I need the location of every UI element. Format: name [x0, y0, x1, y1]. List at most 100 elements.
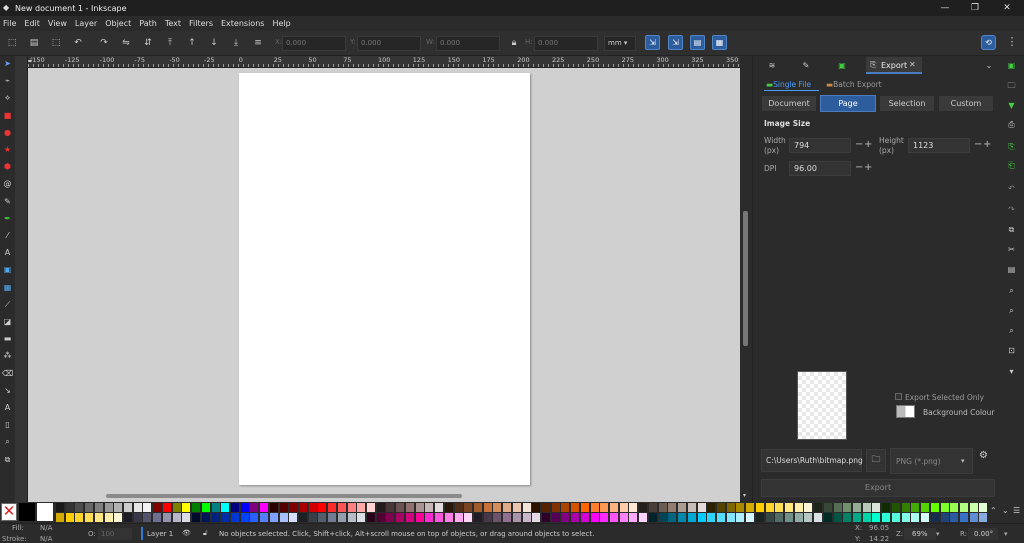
- vertical-scroll-thumb[interactable]: [743, 211, 748, 346]
- palette-swatch[interactable]: [775, 503, 784, 512]
- layer-visibility-icon[interactable]: 👁︎: [182, 529, 191, 537]
- palette-swatch[interactable]: [221, 503, 230, 512]
- palette-swatch[interactable]: [921, 513, 930, 522]
- palette-swatch[interactable]: [571, 513, 580, 522]
- palette-swatch[interactable]: [133, 513, 142, 522]
- calligraphy-tool-icon[interactable]: ⁄: [2, 230, 13, 241]
- palette-swatch[interactable]: [794, 513, 803, 522]
- dpi-increment-button[interactable]: +: [864, 163, 872, 173]
- palette-swatch[interactable]: [279, 503, 288, 512]
- palette-swatch[interactable]: [75, 503, 84, 512]
- zoom-page-icon[interactable]: ⌕: [1006, 325, 1017, 336]
- palette-swatch[interactable]: [921, 503, 930, 512]
- align-icon[interactable]: ≡: [252, 37, 264, 49]
- palette-swatch[interactable]: [415, 503, 424, 512]
- palette-swatch[interactable]: [736, 503, 745, 512]
- scale-corners-toggle[interactable]: ⇲: [668, 35, 683, 50]
- raise-icon[interactable]: ↑: [186, 37, 198, 49]
- palette-swatch[interactable]: [959, 503, 968, 512]
- star-tool-icon[interactable]: ★: [2, 144, 13, 155]
- palette-swatch[interactable]: [853, 513, 862, 522]
- palette-swatch[interactable]: [678, 503, 687, 512]
- palette-swatch[interactable]: [600, 503, 609, 512]
- palette-swatch[interactable]: [289, 513, 298, 522]
- menu-object[interactable]: Object: [105, 19, 131, 28]
- palette-swatch[interactable]: [386, 503, 395, 512]
- palette-swatch[interactable]: [473, 503, 482, 512]
- palette-swatch[interactable]: [658, 503, 667, 512]
- palette-swatch[interactable]: [444, 503, 453, 512]
- y-field[interactable]: 0.000: [357, 36, 421, 51]
- zoom-selection-icon[interactable]: ⌕: [1006, 285, 1017, 296]
- x-field[interactable]: 0.000: [282, 36, 346, 51]
- menu-layer[interactable]: Layer: [75, 19, 97, 28]
- rotate-ccw-icon[interactable]: ↶: [72, 37, 84, 49]
- cut-icon[interactable]: ✂: [1006, 244, 1017, 255]
- palette-swatch[interactable]: [483, 513, 492, 522]
- palette-swatch[interactable]: [765, 513, 774, 522]
- palette-swatch[interactable]: [162, 503, 171, 512]
- palette-swatch[interactable]: [357, 503, 366, 512]
- palette-swatch[interactable]: [182, 513, 191, 522]
- palette-swatch[interactable]: [629, 513, 638, 522]
- palette-swatch[interactable]: [687, 513, 696, 522]
- palette-swatch[interactable]: [668, 503, 677, 512]
- palette-swatch[interactable]: [94, 513, 103, 522]
- palette-swatch[interactable]: [318, 503, 327, 512]
- palette-swatch[interactable]: [396, 513, 405, 522]
- menu-filters[interactable]: Filters: [189, 19, 213, 28]
- more-commands-icon[interactable]: ▾: [1006, 366, 1017, 377]
- export-settings-gear-icon[interactable]: ⚙: [979, 450, 988, 461]
- palette-swatch[interactable]: [940, 503, 949, 512]
- snap-toggle[interactable]: ⟲: [981, 35, 996, 50]
- palette-swatch[interactable]: [124, 503, 133, 512]
- dropper-tool-icon[interactable]: ⟋: [2, 299, 13, 310]
- area-document-button[interactable]: Document: [761, 95, 817, 112]
- palette-swatch[interactable]: [299, 503, 307, 512]
- raise-top-icon[interactable]: ⤒: [164, 37, 176, 49]
- mesh-tool-icon[interactable]: ▦: [2, 282, 13, 293]
- palette-swatch[interactable]: [785, 503, 793, 512]
- palette-swatch[interactable]: [542, 503, 550, 512]
- palette-swatch[interactable]: [405, 503, 414, 512]
- palette-swatch[interactable]: [542, 513, 550, 522]
- palette-swatch[interactable]: [65, 503, 74, 512]
- palette-menu-icon[interactable]: ☰: [1013, 506, 1020, 515]
- palette-swatch[interactable]: [85, 503, 94, 512]
- palette-swatch[interactable]: [580, 513, 589, 522]
- palette-swatch[interactable]: [104, 503, 113, 512]
- palette-swatch[interactable]: [328, 513, 337, 522]
- palette-swatch[interactable]: [794, 503, 803, 512]
- palette-swatch[interactable]: [775, 513, 784, 522]
- palette-swatch[interactable]: [590, 513, 599, 522]
- rotation-dropdown-icon[interactable]: ▾: [1004, 530, 1008, 538]
- palette-swatch[interactable]: [512, 503, 521, 512]
- horizontal-ruler[interactable]: 🔓︎ -150 -125 -100 -75 -50 -25 0 25 50 75…: [28, 56, 740, 68]
- h-field[interactable]: 0.000: [534, 36, 598, 51]
- menu-text[interactable]: Text: [165, 19, 181, 28]
- current-layer[interactable]: Layer 1: [147, 530, 173, 538]
- palette-swatch[interactable]: [493, 503, 502, 512]
- palette-swatch[interactable]: [260, 503, 269, 512]
- palette-swatch[interactable]: [629, 503, 638, 512]
- palette-swatch[interactable]: [357, 513, 366, 522]
- rectangle-tool-icon[interactable]: ■: [2, 110, 13, 121]
- palette-swatch[interactable]: [85, 513, 94, 522]
- lock-icon[interactable]: 🔒︎: [508, 37, 520, 49]
- palette-swatch[interactable]: [454, 513, 463, 522]
- export-selected-only-checkbox[interactable]: [895, 393, 902, 400]
- measure-tool-icon[interactable]: ⧉: [2, 454, 13, 465]
- palette-swatch[interactable]: [687, 503, 696, 512]
- palette-swatch[interactable]: [726, 513, 735, 522]
- palette-swatch[interactable]: [571, 503, 580, 512]
- palette-swatch[interactable]: [347, 513, 356, 522]
- palette-swatch[interactable]: [950, 503, 959, 512]
- palette-swatch[interactable]: [532, 513, 541, 522]
- palette-swatch[interactable]: [648, 503, 657, 512]
- palette-swatch[interactable]: [969, 513, 978, 522]
- height-increment-button[interactable]: +: [983, 140, 991, 150]
- palette-swatch[interactable]: [755, 503, 764, 512]
- palette-swatch[interactable]: [950, 513, 959, 522]
- menu-edit[interactable]: Edit: [24, 19, 40, 28]
- palette-swatch[interactable]: [182, 503, 191, 512]
